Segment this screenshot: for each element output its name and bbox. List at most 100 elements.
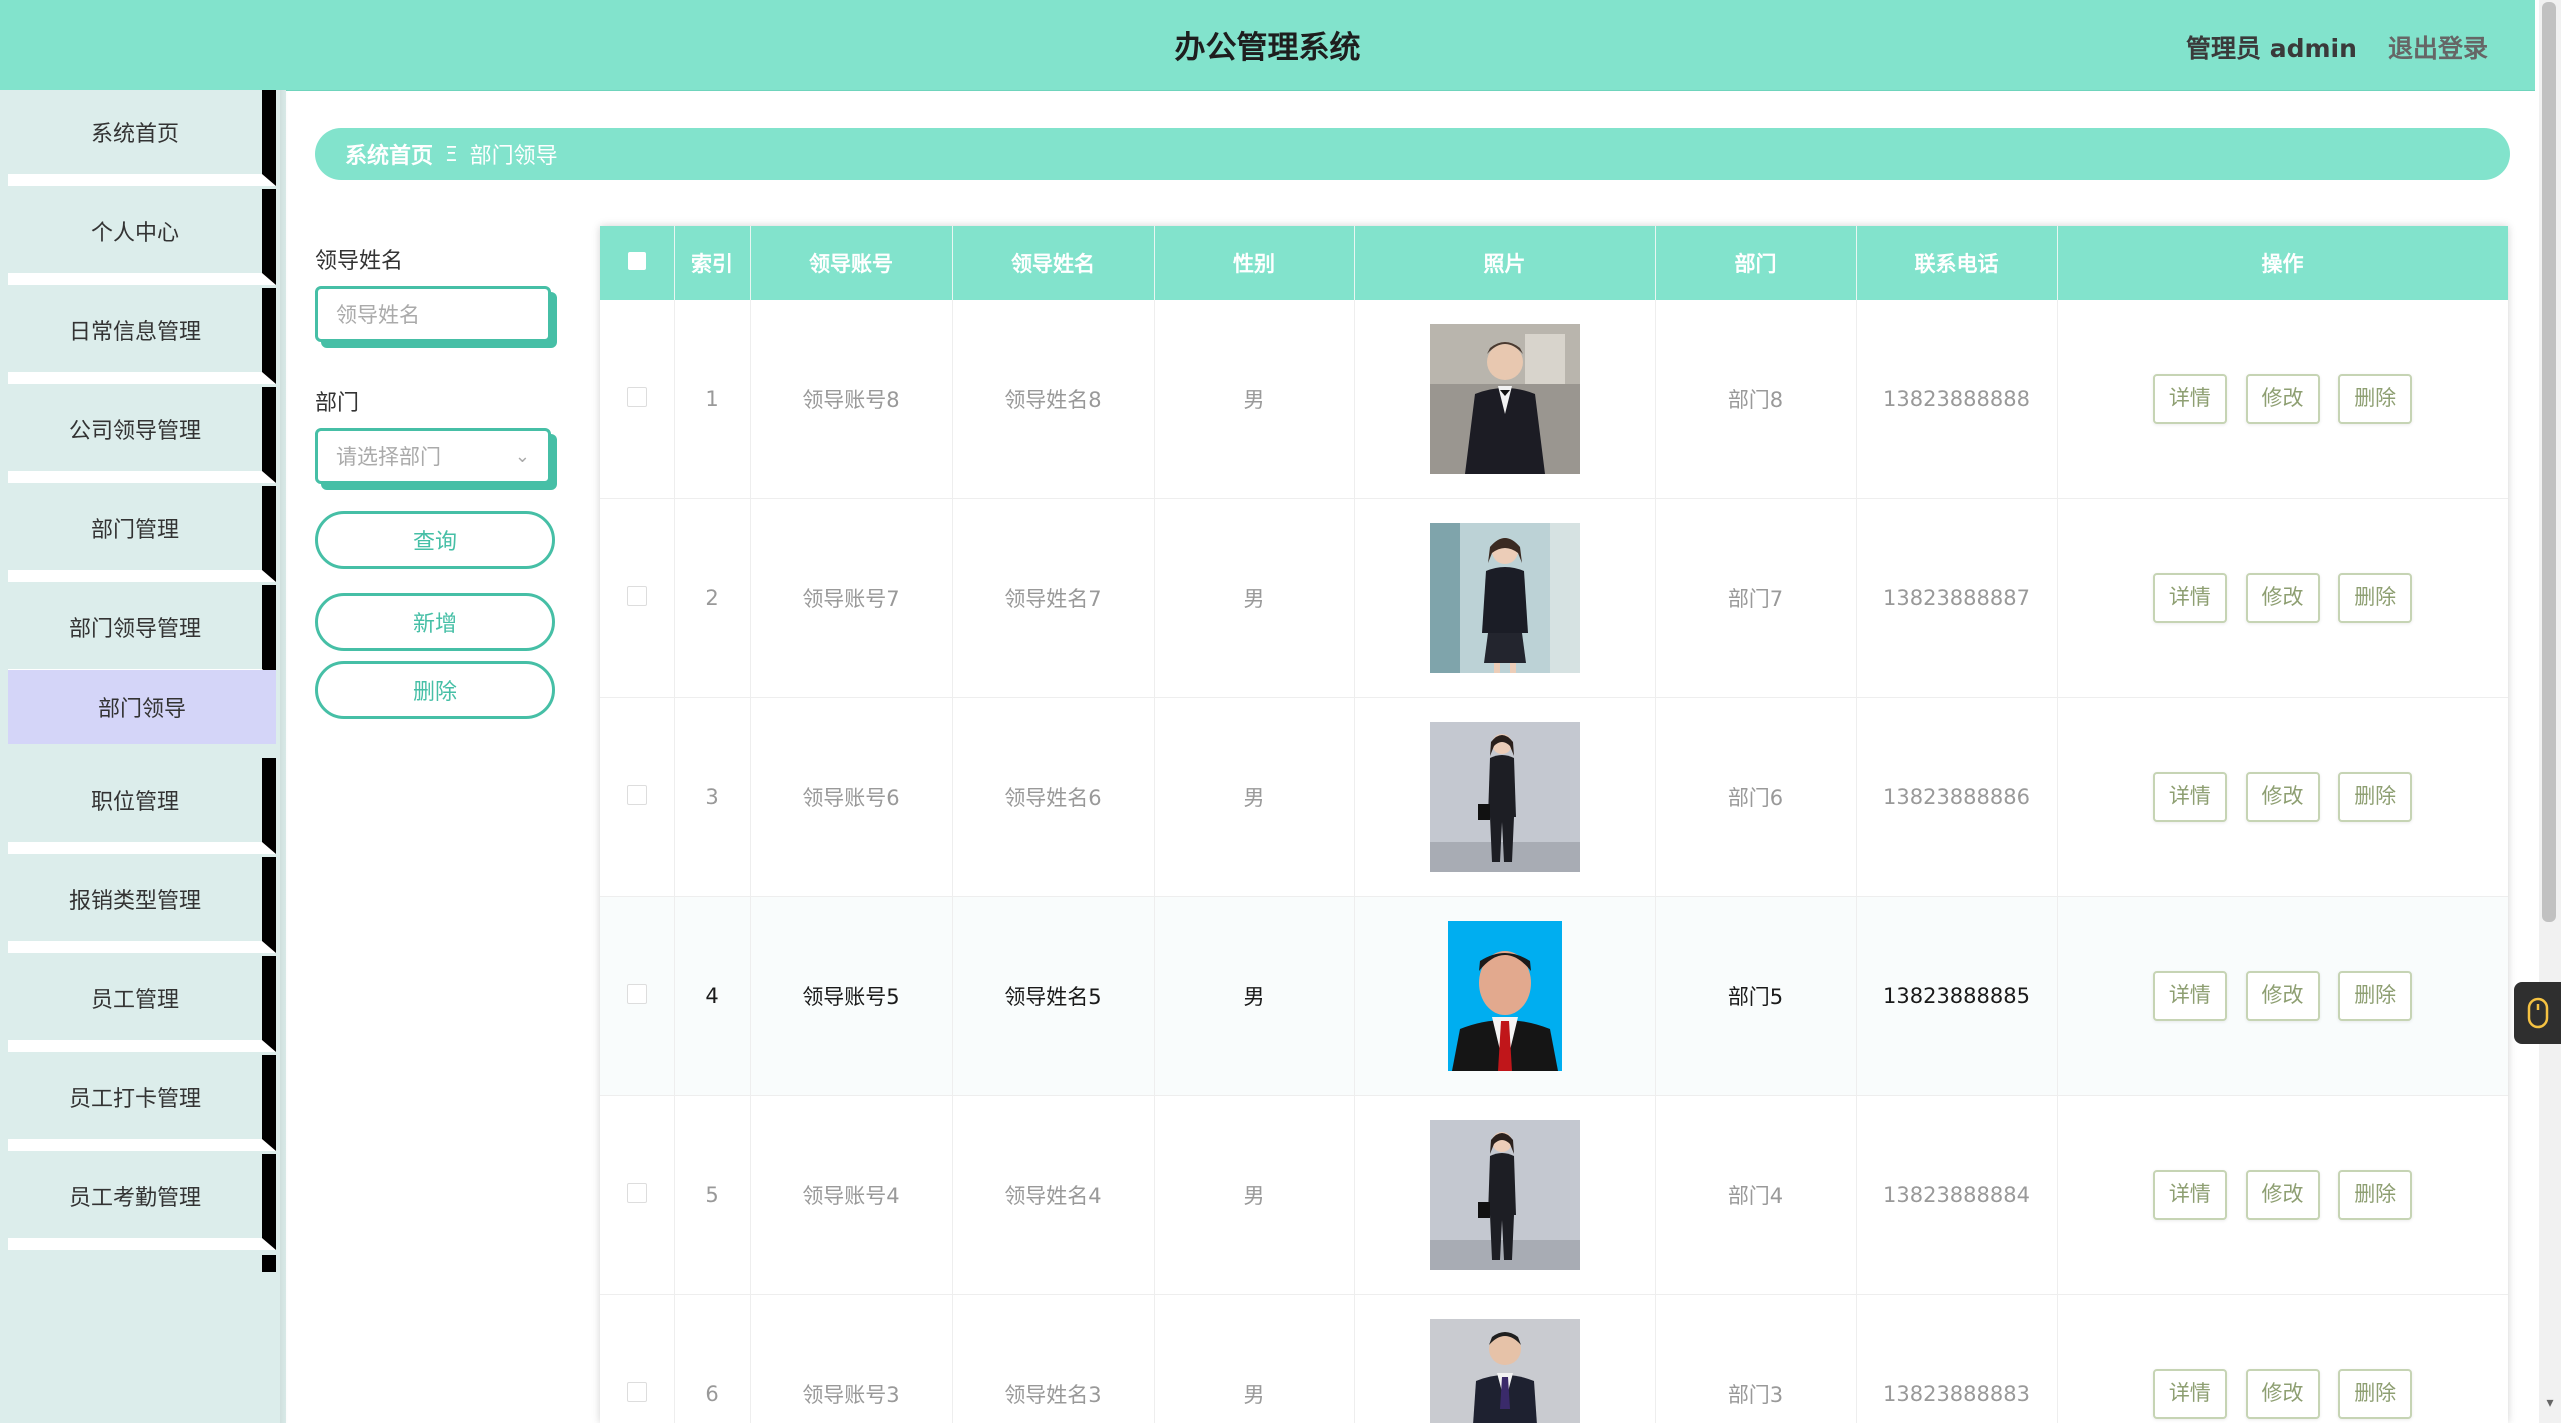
sidebar-item-daily-info[interactable]: 日常信息管理 <box>8 288 276 384</box>
current-user: 管理员 admin <box>2186 34 2357 63</box>
phone-cell: 13823888884 <box>1856 1095 2058 1295</box>
select-all-header <box>600 226 675 300</box>
table-row[interactable]: 4 领导账号5 领导姓名5 男 部门5 13823888885 详情 修改 删除 <box>600 896 2508 1096</box>
delete-button[interactable]: 删除 <box>2338 573 2413 623</box>
row-checkbox[interactable] <box>626 386 647 407</box>
row-checkbox[interactable] <box>626 784 647 805</box>
row-checkbox[interactable] <box>626 585 647 606</box>
account-cell: 领导账号5 <box>750 896 953 1096</box>
leader-name-input[interactable]: 领导姓名 <box>315 286 551 342</box>
name-cell: 领导姓名3 <box>952 1294 1155 1423</box>
sidebar-end-marker <box>262 1255 276 1272</box>
edit-button[interactable]: 修改 <box>2245 772 2320 822</box>
column-header: 索引 <box>674 226 751 300</box>
edit-button[interactable]: 修改 <box>2245 971 2320 1021</box>
floating-widget-button[interactable] <box>2514 982 2561 1044</box>
photo-cell <box>1354 1294 1656 1423</box>
sidebar-item-profile[interactable]: 个人中心 <box>8 189 276 285</box>
account-cell: 领导账号6 <box>750 697 953 897</box>
column-header: 部门 <box>1655 226 1857 300</box>
leader-photo <box>1429 722 1580 872</box>
name-cell: 领导姓名7 <box>952 498 1155 698</box>
photo-cell <box>1354 697 1656 897</box>
sidebar-item-employees[interactable]: 员工管理 <box>8 956 276 1052</box>
table-row[interactable]: 6 领导账号3 领导姓名3 男 部门3 13823888883 详情 修改 删除 <box>600 1294 2508 1423</box>
detail-button[interactable]: 详情 <box>2152 1170 2227 1220</box>
index-cell: 6 <box>674 1294 751 1423</box>
row-checkbox[interactable] <box>626 983 647 1004</box>
phone-cell: 13823888883 <box>1856 1294 2058 1423</box>
table-row[interactable]: 2 领导账号7 领导姓名7 男 部门7 13823888887 详情 修改 删除 <box>600 498 2508 698</box>
sidebar-item-positions[interactable]: 职位管理 <box>8 758 276 854</box>
gender-cell: 男 <box>1154 896 1355 1096</box>
department-cell: 部门5 <box>1655 896 1857 1096</box>
sidebar-item-clock-in[interactable]: 员工打卡管理 <box>8 1055 276 1151</box>
column-header: 性别 <box>1154 226 1355 300</box>
select-all-checkbox[interactable] <box>627 252 646 270</box>
detail-button[interactable]: 详情 <box>2152 573 2227 623</box>
delete-button[interactable]: 删除 <box>2338 374 2413 424</box>
table-row[interactable]: 1 领导账号8 领导姓名8 男 部门8 13823888888 详情 修改 删除 <box>600 300 2508 499</box>
column-header: 照片 <box>1354 226 1656 300</box>
row-select-cell <box>600 896 675 1096</box>
table-row[interactable]: 5 领导账号4 领导姓名4 男 部门4 13823888884 详情 修改 删除 <box>600 1095 2508 1295</box>
account-cell: 领导账号4 <box>750 1095 953 1295</box>
add-button[interactable]: 新增 <box>315 593 555 651</box>
row-select-cell <box>600 697 675 897</box>
breadcrumb-home[interactable]: 系统首页 <box>345 138 433 170</box>
column-header: 领导姓名 <box>952 226 1155 300</box>
edit-button[interactable]: 修改 <box>2245 573 2320 623</box>
edit-button[interactable]: 修改 <box>2245 1170 2320 1220</box>
name-cell: 领导姓名6 <box>952 697 1155 897</box>
name-cell: 领导姓名4 <box>952 1095 1155 1295</box>
actions-cell: 详情 修改 删除 <box>2057 896 2508 1096</box>
delete-button[interactable]: 删除 <box>2338 772 2413 822</box>
scroll-down-arrow-icon[interactable]: ▾ <box>2540 1395 2560 1415</box>
sidebar-item-dept-leaders[interactable]: 部门领导管理 <box>8 585 276 681</box>
column-header: 操作 <box>2057 226 2508 300</box>
edit-button[interactable]: 修改 <box>2245 1369 2320 1419</box>
sidebar-item-home[interactable]: 系统首页 <box>8 90 276 186</box>
detail-button[interactable]: 详情 <box>2152 1369 2227 1419</box>
sidebar-item-departments[interactable]: 部门管理 <box>8 486 276 582</box>
index-cell: 5 <box>674 1095 751 1295</box>
detail-button[interactable]: 详情 <box>2152 374 2227 424</box>
account-cell: 领导账号7 <box>750 498 953 698</box>
scrollbar-thumb[interactable] <box>2542 2 2556 922</box>
department-select[interactable]: 请选择部门 ⌄ <box>315 428 551 484</box>
index-cell: 4 <box>674 896 751 1096</box>
column-header: 联系电话 <box>1856 226 2058 300</box>
leader-table: 索引 领导账号 领导姓名 性别 照片 部门 联系电话 操作 1 领导账号8 领导… <box>600 226 2508 1423</box>
delete-button[interactable]: 删除 <box>2338 971 2413 1021</box>
edit-button[interactable]: 修改 <box>2245 374 2320 424</box>
gender-cell: 男 <box>1154 1095 1355 1295</box>
delete-button[interactable]: 删除 <box>2338 1369 2413 1419</box>
leader-photo <box>1429 1120 1580 1270</box>
breadcrumb: 系统首页 Ξ 部门领导 <box>315 128 2510 180</box>
sidebar-subitem-dept-leader[interactable]: 部门领导 <box>8 670 276 744</box>
sidebar-item-company-leaders[interactable]: 公司领导管理 <box>8 387 276 483</box>
detail-button[interactable]: 详情 <box>2152 971 2227 1021</box>
query-button[interactable]: 查询 <box>315 511 555 569</box>
detail-button[interactable]: 详情 <box>2152 772 2227 822</box>
department-cell: 部门7 <box>1655 498 1857 698</box>
delete-button[interactable]: 删除 <box>2338 1170 2413 1220</box>
row-checkbox[interactable] <box>626 1381 647 1402</box>
department-cell: 部门4 <box>1655 1095 1857 1295</box>
chevron-down-icon: ⌄ <box>514 445 530 467</box>
gender-cell: 男 <box>1154 697 1355 897</box>
name-cell: 领导姓名5 <box>952 896 1155 1096</box>
row-checkbox[interactable] <box>626 1182 647 1203</box>
table-row[interactable]: 3 领导账号6 领导姓名6 男 部门6 13823888886 详情 修改 删除 <box>600 697 2508 897</box>
table-header-row: 索引 领导账号 领导姓名 性别 照片 部门 联系电话 操作 <box>600 226 2508 300</box>
phone-cell: 13823888887 <box>1856 498 2058 698</box>
row-select-cell <box>600 1294 675 1423</box>
column-header: 领导账号 <box>750 226 953 300</box>
logout-link[interactable]: 退出登录 <box>2388 29 2488 65</box>
leader-photo <box>1429 523 1580 673</box>
sidebar-item-attendance[interactable]: 员工考勤管理 <box>8 1154 276 1250</box>
index-cell: 3 <box>674 697 751 897</box>
sidebar-item-reimbursement-types[interactable]: 报销类型管理 <box>8 857 276 953</box>
phone-cell: 13823888888 <box>1856 300 2058 499</box>
batch-delete-button[interactable]: 删除 <box>315 661 555 719</box>
